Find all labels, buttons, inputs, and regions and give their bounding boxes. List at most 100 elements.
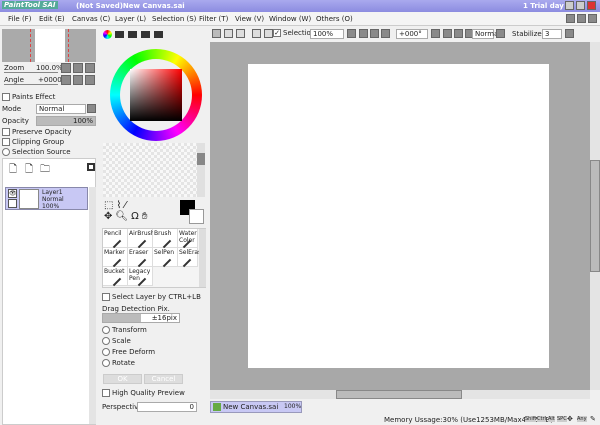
menu-canvas[interactable]: Canvas (C) (72, 15, 110, 23)
layer-list: 🗋 🗋 🗀 👁 Layer1 Normal 100% (2, 158, 96, 425)
new-linework-layer-icon[interactable]: 🗋 (25, 162, 33, 179)
menu-selection[interactable]: Selection (S) (152, 15, 196, 23)
maximize-button[interactable] (576, 1, 585, 10)
brush-legacy-pen[interactable]: Legacy Pen (128, 267, 153, 286)
nav-search[interactable] (73, 75, 83, 85)
zoom-input[interactable]: 100% (310, 29, 344, 39)
rotate-radio[interactable]: Rotate (102, 359, 135, 367)
layer-item[interactable]: 👁 Layer1 Normal 100% (5, 187, 88, 210)
view-mode-select[interactable]: Normal (472, 29, 494, 39)
deselect-button[interactable] (212, 29, 221, 38)
flip-button[interactable] (496, 29, 505, 38)
layer-scrollbar[interactable] (89, 187, 96, 424)
nav-zoom-out[interactable] (61, 63, 71, 73)
stabilizer-select[interactable]: 3 (542, 29, 562, 39)
doc-close-button[interactable] (588, 14, 597, 23)
menu-edit[interactable]: Edit (E) (39, 15, 65, 23)
blend-mode-dropdown[interactable] (87, 104, 96, 113)
scale-radio[interactable]: Scale (102, 337, 131, 345)
brush-watercolor[interactable]: Water Color (178, 229, 198, 248)
menu-layer[interactable]: Layer (L) (115, 15, 146, 23)
rotate-left-button[interactable] (443, 29, 452, 38)
nav-zoom-in[interactable] (73, 63, 83, 73)
brush-seleras[interactable]: SelEras (178, 248, 198, 267)
preserve-opacity[interactable]: Preserve Opacity (2, 128, 72, 136)
menu-file[interactable]: File (F) (8, 15, 31, 23)
color-wheel-tab-icon[interactable] (103, 30, 112, 39)
clipping-group[interactable]: Clipping Group (2, 138, 64, 146)
brush-eraser[interactable]: Eraser (128, 248, 153, 267)
nav-reset[interactable] (85, 75, 95, 85)
close-button[interactable] (587, 1, 596, 10)
nav-angle-slider[interactable] (4, 84, 58, 85)
redo-button[interactable] (236, 29, 245, 38)
brush-bucket[interactable]: Bucket (103, 267, 128, 286)
menu-view[interactable]: View (V) (235, 15, 264, 23)
brush-airbrush[interactable]: AirBrush (128, 229, 153, 248)
selection-checkbox[interactable]: ✓ (273, 29, 281, 37)
angle-input[interactable]: +000° (396, 29, 428, 39)
selection-toggle[interactable]: ✓Selection (273, 29, 315, 37)
nav-zoom-reset[interactable] (85, 63, 95, 73)
brush-brush[interactable]: Brush (153, 229, 178, 248)
menu-filter[interactable]: Filter (T) (199, 15, 228, 23)
move-indicator-icon: ✥ (567, 415, 573, 423)
canvas[interactable] (248, 64, 549, 368)
drag-detection-slider[interactable]: ±16pix (102, 313, 180, 323)
swatch-scrollbar[interactable] (197, 143, 205, 197)
nav-rotate[interactable] (61, 75, 71, 85)
opacity-slider[interactable]: 100% (36, 116, 96, 126)
crop-button[interactable] (264, 29, 273, 38)
undo-button[interactable] (224, 29, 233, 38)
nav-zoom-slider[interactable] (4, 72, 58, 73)
canvas-area[interactable] (210, 42, 590, 390)
perspective-input[interactable]: 0 (137, 402, 197, 412)
stabilizer-dropdown[interactable] (565, 29, 574, 38)
stabilizer-label: Stabilizer (512, 30, 545, 38)
angle-dropdown[interactable] (431, 29, 440, 38)
brush-pencil[interactable]: Pencil (103, 229, 128, 248)
layer-mask-icon[interactable] (87, 163, 95, 171)
paints-effect-header[interactable]: Paints Effect (2, 93, 55, 101)
visibility-eye-icon[interactable]: 👁 (8, 189, 17, 198)
menu-window[interactable]: Window (W) (269, 15, 311, 23)
menu-others[interactable]: Others (O) (316, 15, 353, 23)
zoom-reset-button[interactable] (381, 29, 390, 38)
brush-lock-icon[interactable] (8, 199, 17, 208)
new-folder-icon[interactable]: 🗀 (40, 162, 50, 179)
shift-indicator: Shift (525, 416, 536, 422)
brush-marker[interactable]: Marker (103, 248, 128, 267)
zoom-dropdown[interactable] (347, 29, 356, 38)
select-layer-ctrl[interactable]: Select Layer by CTRL+LB (102, 293, 201, 301)
tool-icons[interactable]: ⬚⌇⁄✥🔍︎Ω✋︎ (104, 200, 174, 228)
doc-restore-button[interactable] (577, 14, 586, 23)
minimize-button[interactable] (565, 1, 574, 10)
horizontal-scrollbar[interactable] (210, 390, 590, 399)
ok-button[interactable]: OK (103, 374, 142, 384)
nav-zoom-value: 100.0% (36, 64, 63, 72)
zoom-out-button[interactable] (359, 29, 368, 38)
navigator-preview[interactable] (2, 29, 96, 62)
zoom-in-button[interactable] (370, 29, 379, 38)
swatch-area[interactable] (103, 143, 197, 197)
rotate-right-button[interactable] (454, 29, 463, 38)
brush-scrollbar[interactable] (199, 229, 206, 287)
brush-selpen[interactable]: SelPen (153, 248, 178, 267)
saturation-value-square[interactable] (130, 69, 182, 121)
cancel-button[interactable]: Cancel (144, 374, 183, 384)
doc-minimize-button[interactable] (566, 14, 575, 23)
blend-mode-select[interactable]: Normal (36, 104, 86, 114)
transform-radio[interactable]: Transform (102, 326, 147, 334)
selection-source[interactable]: Selection Source (2, 148, 71, 156)
free-deform-radio[interactable]: Free Deform (102, 348, 155, 356)
vertical-scrollbar[interactable] (590, 42, 600, 390)
secondary-color[interactable] (189, 209, 204, 224)
space-indicator: SPC (557, 416, 567, 422)
hue-ring[interactable] (110, 49, 202, 141)
new-layer-icon[interactable]: 🗋 (9, 162, 17, 179)
canvas-tab[interactable]: New Canvas.sai 100% (210, 401, 302, 413)
clear-button[interactable] (252, 29, 261, 38)
high-quality-preview[interactable]: High Quality Preview (102, 389, 185, 397)
nav-angle-label: Angle (4, 76, 24, 84)
color-mode-tabs[interactable] (115, 31, 165, 38)
